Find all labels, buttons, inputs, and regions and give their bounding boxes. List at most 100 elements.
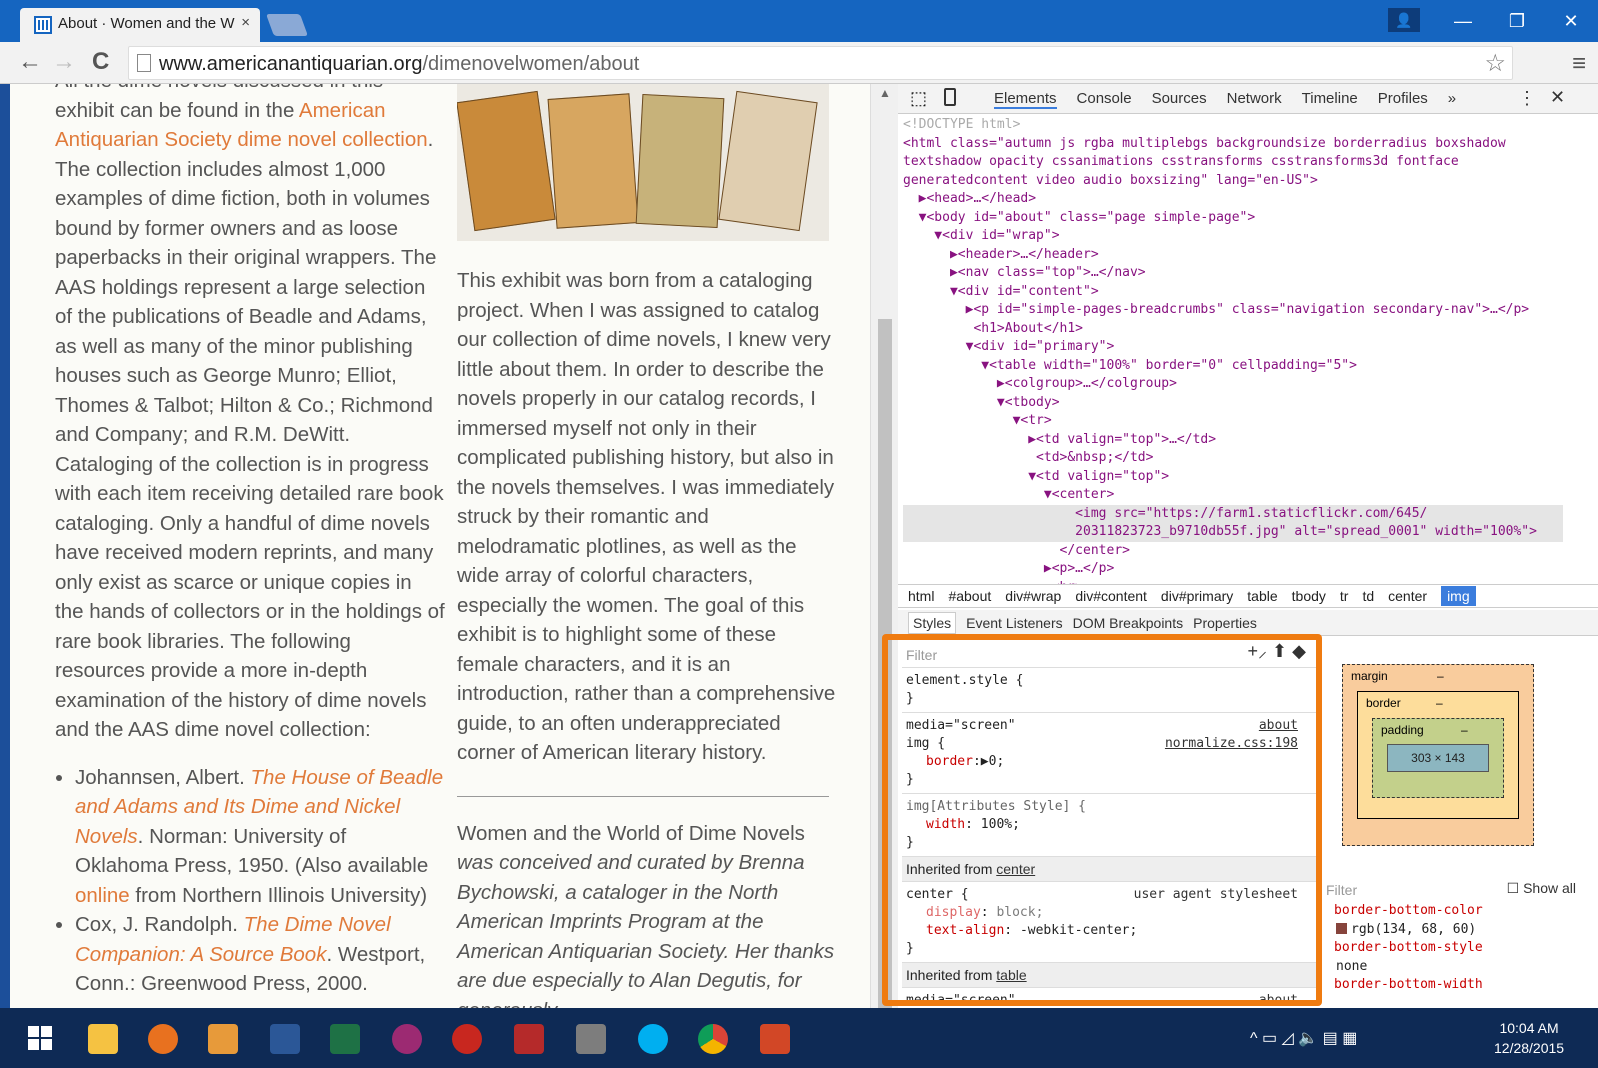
computed-value: none xyxy=(1336,958,1368,974)
breadcrumb-item[interactable]: tr xyxy=(1340,588,1349,604)
firefox-icon[interactable] xyxy=(148,1024,178,1054)
file-explorer-icon[interactable] xyxy=(88,1024,118,1054)
dom-node-line[interactable]: ▼<body id="about" class="page simple-pag… xyxy=(903,209,1563,228)
breadcrumb-item[interactable]: tbody xyxy=(1292,588,1326,604)
chrome-menu-icon[interactable]: ≡ xyxy=(1572,50,1586,78)
breadcrumb-item[interactable]: img xyxy=(1441,586,1476,606)
back-arrow-icon[interactable]: ← xyxy=(18,50,42,74)
color-swatch[interactable] xyxy=(1336,922,1347,934)
windows-start-icon[interactable] xyxy=(28,1026,52,1050)
dom-node-line[interactable]: ▼<tbody> xyxy=(903,394,1563,413)
computed-property[interactable]: border-bottom-style xyxy=(1322,939,1598,958)
devtools-tab-network[interactable]: Network xyxy=(1227,90,1282,109)
snipping-tool-icon[interactable] xyxy=(514,1024,544,1054)
dom-node-line[interactable]: ▶<p id="simple-pages-breadcrumbs" class=… xyxy=(903,301,1563,320)
dom-node-line[interactable]: ▶<p>…</p> xyxy=(903,560,1563,579)
more-tabs-icon[interactable]: » xyxy=(1448,90,1456,109)
dom-node-line[interactable]: ▶<head>…</head> xyxy=(903,190,1563,209)
breadcrumb-item[interactable]: div#wrap xyxy=(1005,588,1061,604)
dom-node-line[interactable]: <td>&nbsp;</td> xyxy=(903,449,1563,468)
computed-property[interactable]: border-bottom-color xyxy=(1322,902,1598,921)
dom-node-line[interactable]: ▶<nav class="top">…</nav> xyxy=(903,264,1563,283)
dom-node-line[interactable]: </center> xyxy=(903,542,1563,561)
app-icon[interactable] xyxy=(576,1024,606,1054)
browser-toolbar: ← → C www.americanantiquarian.org/dimeno… xyxy=(0,42,1598,84)
dom-node-line[interactable]: ▼<tr> xyxy=(903,412,1563,431)
browser-tab[interactable]: About · Women and the W × xyxy=(20,8,260,42)
devtools-tab-console[interactable]: Console xyxy=(1077,90,1132,109)
styles-subtab[interactable]: Event Listeners xyxy=(966,615,1063,631)
outlook-icon[interactable] xyxy=(208,1024,238,1054)
clock[interactable]: 10:04 AM 12/28/2015 xyxy=(1494,1018,1564,1058)
devtools-tab-sources[interactable]: Sources xyxy=(1152,90,1207,109)
powerpoint-icon[interactable] xyxy=(760,1024,790,1054)
scroll-up-icon[interactable]: ▲ xyxy=(879,86,891,100)
devtools-tab-timeline[interactable]: Timeline xyxy=(1302,90,1358,109)
devtools-tab-elements[interactable]: Elements xyxy=(994,90,1057,109)
tab-close-icon[interactable]: × xyxy=(241,14,250,31)
styles-subtab[interactable]: DOM Breakpoints xyxy=(1073,615,1183,631)
online-link[interactable]: online xyxy=(75,884,130,907)
dom-node-line[interactable]: <!DOCTYPE html> xyxy=(903,116,1563,135)
dom-node-line[interactable]: ▼<table width="100%" border="0" cellpadd… xyxy=(903,357,1563,376)
computed-property[interactable]: border-bottom-width xyxy=(1322,976,1598,995)
left-column: All the dime novels discussed in this ex… xyxy=(55,84,445,999)
computed-value: rgb(134, 68, 60) xyxy=(1322,921,1598,940)
page-icon xyxy=(137,54,151,72)
bookmark-star-icon[interactable]: ☆ xyxy=(1484,49,1506,78)
chrome-icon[interactable] xyxy=(698,1024,728,1054)
dime-novels-photo xyxy=(457,84,829,241)
dom-node-line[interactable]: <img src="https://farm1.staticflickr.com… xyxy=(903,504,1563,523)
dom-node-line[interactable]: ▼<td valign="top"> xyxy=(903,468,1563,487)
intro-paragraph: This exhibit was born from a cataloging … xyxy=(457,269,836,764)
dom-node-line[interactable]: ▼<div id="primary"> xyxy=(903,338,1563,357)
dom-node-line[interactable]: <html class="autumn js rgba multiplebgs … xyxy=(903,135,1563,154)
breadcrumb-item[interactable]: div#content xyxy=(1075,588,1147,604)
dom-node-line[interactable]: ▶<colgroup>…</colgroup> xyxy=(903,375,1563,394)
dom-node-line[interactable]: ▼<div id="content"> xyxy=(903,283,1563,302)
dom-node-line[interactable]: ▼<div id="wrap"> xyxy=(903,227,1563,246)
app-icon[interactable] xyxy=(452,1024,482,1054)
dom-node-line[interactable]: 20311823723_b9710db55f.jpg" alt="spread_… xyxy=(903,523,1563,542)
breadcrumb-item[interactable]: #about xyxy=(948,588,991,604)
breadcrumb-item[interactable]: html xyxy=(908,588,934,604)
new-tab-button[interactable] xyxy=(265,14,309,36)
dom-node-line[interactable]: ▶<header>…</header> xyxy=(903,246,1563,265)
forward-arrow-icon[interactable]: → xyxy=(52,50,76,74)
dom-node-line[interactable]: ▼<center> xyxy=(903,486,1563,505)
dom-breadcrumb: html #about div#wrap div#content div#primary… xyxy=(898,584,1598,608)
breadcrumb-item[interactable]: td xyxy=(1362,588,1374,604)
reload-icon[interactable]: C xyxy=(92,50,109,74)
breadcrumb-item[interactable]: table xyxy=(1247,588,1277,604)
skype-icon[interactable] xyxy=(638,1024,668,1054)
devtools-tab-profiles[interactable]: Profiles xyxy=(1378,90,1428,109)
user-profile-icon[interactable]: 👤 xyxy=(1388,8,1420,32)
excel-icon[interactable] xyxy=(330,1024,360,1054)
inspect-element-icon[interactable]: ⬚ xyxy=(910,88,927,109)
computed-filter-input[interactable]: Filter ☐ Show all xyxy=(1322,878,1598,902)
show-all-checkbox[interactable]: ☐ Show all xyxy=(1507,880,1576,897)
window-close-button[interactable]: ✕ xyxy=(1544,0,1598,42)
list-item: Cox, J. Randolph. The Dime Novel Compani… xyxy=(75,910,445,999)
restore-button[interactable]: ❐ xyxy=(1490,0,1544,42)
address-bar[interactable]: www.americanantiquarian.org/dimenovelwom… xyxy=(128,46,1513,80)
minimize-button[interactable]: — xyxy=(1436,0,1490,42)
device-mode-icon[interactable] xyxy=(944,88,956,106)
dom-node-line[interactable]: ▶<td valign="top">…</td> xyxy=(903,431,1563,450)
highlight-box xyxy=(882,634,1322,1006)
resources-list: Johannsen, Albert. The House of Beadle a… xyxy=(55,763,445,999)
dom-node-line[interactable]: textshadow opacity cssanimations csstran… xyxy=(903,153,1563,172)
styles-subtab[interactable]: Styles xyxy=(908,611,957,634)
devtools-close-icon[interactable]: ✕ xyxy=(1550,87,1565,108)
styles-subtab[interactable]: Properties xyxy=(1193,615,1257,631)
elements-tree[interactable]: <!DOCTYPE html> <html class="autumn js rg… xyxy=(903,116,1563,586)
dom-node-line[interactable]: <h1>About</h1> xyxy=(903,320,1563,339)
dom-node-line[interactable]: generatedcontent video audio boxsizing" … xyxy=(903,172,1563,191)
more-options-icon[interactable]: ⋮ xyxy=(1518,88,1536,109)
word-icon[interactable] xyxy=(270,1024,300,1054)
system-tray[interactable]: ^ ▭ ◿ 🔈 ▤ ▦ xyxy=(1250,1028,1357,1048)
right-column: This exhibit was born from a cataloging … xyxy=(457,84,837,1019)
breadcrumb-item[interactable]: center xyxy=(1388,588,1427,604)
breadcrumb-item[interactable]: div#primary xyxy=(1161,588,1233,604)
app-icon[interactable] xyxy=(392,1024,422,1054)
